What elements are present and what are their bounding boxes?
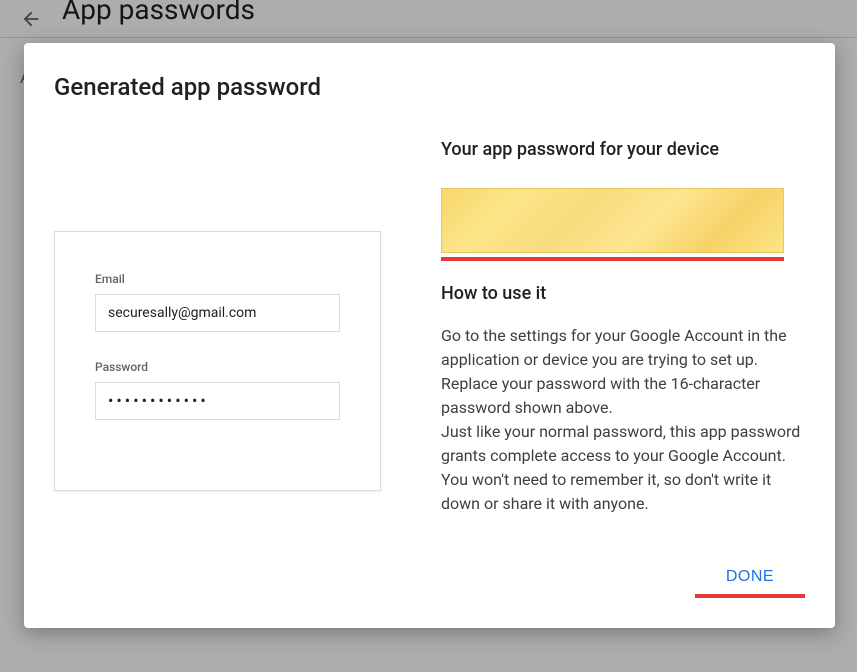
generated-password-dialog: Generated app password Email Password ••…	[24, 43, 835, 628]
dialog-footer: DONE	[54, 562, 805, 598]
email-field[interactable]	[95, 294, 340, 332]
email-label: Email	[95, 272, 340, 286]
dialog-body: Email Password •••••••••••• Your app pas…	[54, 131, 805, 552]
password-field[interactable]: ••••••••••••	[95, 382, 340, 420]
login-form-card: Email Password ••••••••••••	[54, 231, 381, 491]
password-label: Password	[95, 360, 340, 374]
how-to-use-heading: How to use it	[441, 283, 805, 304]
password-highlight-underline	[441, 257, 784, 261]
instruction-paragraph-2: Just like your normal password, this app…	[441, 420, 805, 516]
done-highlight-underline	[695, 594, 805, 598]
instruction-paragraph-1: Go to the settings for your Google Accou…	[441, 324, 805, 420]
generated-password-box	[441, 188, 784, 253]
done-button[interactable]: DONE	[714, 562, 786, 592]
instructions-panel: Your app password for your device How to…	[441, 131, 805, 552]
dialog-title: Generated app password	[54, 73, 805, 101]
device-password-heading: Your app password for your device	[441, 139, 805, 160]
login-example-panel: Email Password ••••••••••••	[54, 131, 381, 552]
